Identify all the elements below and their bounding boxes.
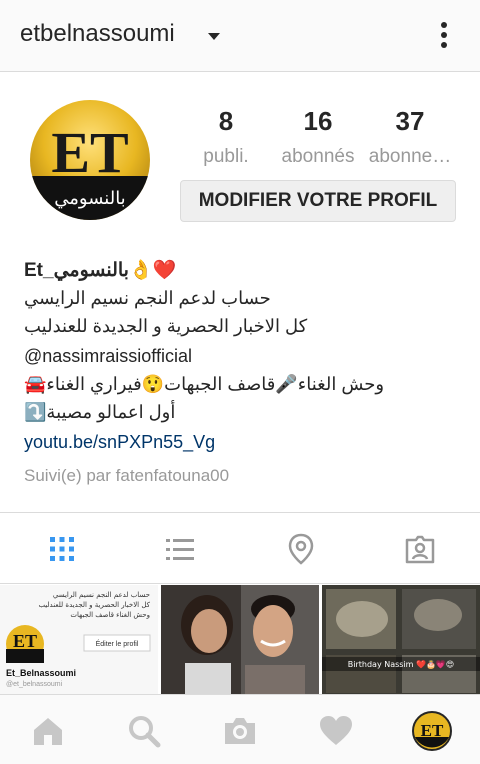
profile-display-name: Et_بالنسومي👌❤️ [24,260,177,281]
bio-line: وحش الغناء🎤قاصف الجبهات😲فيراري الغناء🚘 [24,374,385,394]
top-bar: etbelnassoumi [0,0,480,72]
bottom-navigation: ET [0,694,480,764]
svg-text:Birthday Nassim ❤️🎂💗😍: Birthday Nassim ❤️🎂💗😍 [348,659,454,669]
kebab-menu-icon[interactable] [432,20,456,50]
following-count[interactable]: 37 [360,106,460,137]
svg-text:ET: ET [13,631,37,651]
location-pin-icon[interactable] [285,533,317,565]
svg-text:ET: ET [421,721,444,740]
post-image: Birthday Nassim ❤️🎂💗😍 [322,585,480,695]
username-title[interactable]: etbelnassoumi [20,20,175,48]
followers-label[interactable]: abonnés [268,146,368,168]
et-logo-icon: ET بالنسومي [30,100,150,220]
profile-avatar[interactable]: ET بالنسومي [30,100,150,220]
posts-count: 8 [218,106,234,136]
website-link[interactable]: youtu.be/snPXPn55_Vg [24,432,454,453]
search-icon[interactable] [126,713,162,749]
bio-line: أول اعمالو مصيبة⤵️ [24,402,176,422]
svg-text:Éditer le profil: Éditer le profil [96,639,139,648]
camera-icon[interactable] [222,713,258,749]
svg-text:@et_belnassoumi: @et_belnassoumi [6,681,63,688]
bio-line: كل الاخبار الحصرية و الجديدة للعندليب [24,316,308,336]
edit-profile-button[interactable]: MODIFIER VOTRE PROFIL [180,180,456,222]
avatar-sub-text: بالنسومي [54,188,125,209]
list-icon[interactable] [164,533,196,565]
following-label[interactable]: abonne… [360,146,460,168]
followers-count[interactable]: 16 [268,106,368,137]
heart-icon[interactable] [318,713,354,749]
bio-line: حساب لدعم النجم نسيم الرايسي [24,288,271,308]
post-image [161,585,319,695]
profile-view-tabs [0,512,480,584]
tagged-photo-icon[interactable] [404,533,436,565]
svg-text:Et_Belnassoumi: Et_Belnassoumi [6,668,76,678]
post-thumbnail[interactable] [161,585,319,695]
svg-text:كل الاخبار الحصرية و الجديدة ل: كل الاخبار الحصرية و الجديدة للعندليب [38,601,150,609]
avatar-logo-text: ET [51,120,128,185]
grid-icon[interactable] [46,533,78,565]
bio-mention[interactable]: @nassimraissiofficial [24,346,454,367]
svg-text:حساب لدعم النجم نسيم الرايسي: حساب لدعم النجم نسيم الرايسي [53,591,150,599]
svg-text:وحش الغناء قاصف الجبهات: وحش الغناء قاصف الجبهات [70,611,150,619]
profile-avatar-icon[interactable]: ET [412,711,452,751]
followed-by-text[interactable]: Suivi(e) par fatenfatouna00 [24,466,454,486]
chevron-down-icon[interactable] [208,33,220,40]
posts-label: publi. [203,146,249,167]
posts-grid: حساب لدعم النجم نسيم الرايسي كل الاخبار … [0,585,480,695]
post-thumbnail[interactable]: Birthday Nassim ❤️🎂💗😍 [322,585,480,695]
post-image: حساب لدعم النجم نسيم الرايسي كل الاخبار … [0,585,158,695]
post-thumbnail[interactable]: حساب لدعم النجم نسيم الرايسي كل الاخبار … [0,585,158,695]
home-icon[interactable] [30,713,66,749]
